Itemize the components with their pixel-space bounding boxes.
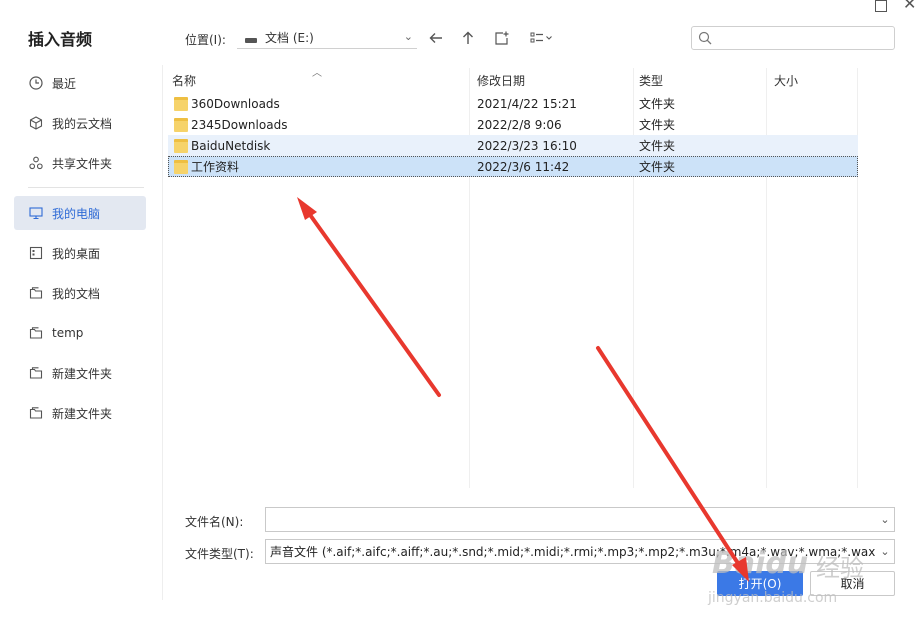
back-button[interactable] (425, 27, 447, 49)
arrow-left-icon (429, 33, 442, 43)
column-header-type[interactable]: 类型 (635, 68, 765, 92)
dialog-title: 插入音频 (28, 30, 93, 49)
sidebar-separator (162, 65, 163, 600)
sidebar-item-label: 最近 (52, 76, 77, 91)
sidebar-item-cloud-docs[interactable]: 我的云文档 (14, 106, 146, 140)
sidebar-item-shared[interactable]: 共享文件夹 (14, 146, 146, 180)
file-name: 工作资料 (191, 160, 240, 174)
sidebar-item-temp[interactable]: temp (14, 316, 146, 350)
sidebar-item-label: 我的云文档 (52, 116, 113, 131)
location-value: 文档 (E:) (265, 31, 314, 45)
monitor-icon (28, 205, 44, 221)
file-modified: 2021/4/22 15:21 (477, 96, 577, 111)
file-type: 文件夹 (639, 139, 676, 153)
table-row-selected[interactable]: 工作资料 2022/3/6 11:42 文件夹 (168, 156, 858, 177)
chevron-down-icon: ⌄ (403, 30, 413, 43)
sidebar-item-label: 共享文件夹 (52, 156, 113, 171)
column-header-modified[interactable]: 修改日期 (473, 68, 633, 92)
sidebar-item-new-folder-1[interactable]: 新建文件夹 (14, 356, 146, 390)
filetype-label: 文件类型(T): (185, 547, 254, 561)
file-name: 360Downloads (191, 96, 280, 111)
folder-icon (174, 159, 188, 174)
sidebar-item-desktop[interactable]: 我的桌面 (14, 236, 146, 270)
new-folder-icon (494, 31, 508, 45)
maximize-icon[interactable] (875, 0, 887, 12)
column-header-name[interactable]: 名称 (168, 68, 468, 92)
sidebar-item-recent[interactable]: 最近 (14, 66, 146, 100)
folder-icon (174, 138, 188, 153)
folder-outline-icon (28, 285, 44, 301)
clock-icon (28, 75, 44, 91)
sidebar-item-label: 我的文档 (52, 286, 101, 301)
search-icon (698, 31, 712, 45)
watermark-url: jingyan.baidu.com (708, 590, 838, 606)
folder-icon (174, 117, 188, 132)
folder-outline-icon (28, 325, 44, 341)
file-modified: 2022/3/6 11:42 (477, 159, 570, 174)
file-type: 文件夹 (639, 118, 676, 132)
sidebar-item-label: 新建文件夹 (52, 406, 113, 421)
chevron-down-icon[interactable]: ⌄ (876, 545, 894, 558)
close-icon[interactable]: ✕ (903, 0, 916, 12)
file-type: 文件夹 (639, 160, 676, 174)
location-label: 位置(I): (185, 33, 226, 47)
sidebar-item-label: 我的电脑 (52, 206, 101, 221)
sidebar-item-my-computer[interactable]: 我的电脑 (14, 196, 146, 230)
sidebar-item-label: 新建文件夹 (52, 366, 113, 381)
drive-icon (245, 38, 257, 43)
view-mode-button[interactable] (526, 27, 558, 49)
folder-outline-icon (28, 365, 44, 381)
filename-label: 文件名(N): (185, 515, 244, 529)
table-row[interactable]: 360Downloads 2021/4/22 15:21 文件夹 (168, 93, 858, 114)
desktop-icon (28, 245, 44, 261)
new-folder-button[interactable] (490, 27, 512, 49)
table-row[interactable]: 2345Downloads 2022/2/8 9:06 文件夹 (168, 114, 858, 135)
sidebar-item-label: 我的桌面 (52, 246, 101, 261)
file-name: BaiduNetdisk (191, 138, 271, 153)
location-dropdown[interactable]: 文档 (E:) ⌄ (237, 27, 417, 49)
sidebar-item-my-documents[interactable]: 我的文档 (14, 276, 146, 310)
file-name: 2345Downloads (191, 117, 288, 132)
cloud-cube-icon (28, 115, 44, 131)
folder-icon (174, 96, 188, 111)
watermark-suffix: 经验 (816, 554, 864, 582)
table-row[interactable]: BaiduNetdisk 2022/3/23 16:10 文件夹 (168, 135, 858, 156)
filename-field[interactable]: ⌄ (265, 507, 895, 532)
sidebar-item-label: temp (52, 326, 84, 340)
sidebar-divider (28, 187, 144, 188)
column-header-size[interactable]: 大小 (770, 68, 856, 92)
arrow-up-icon (463, 31, 473, 44)
search-input[interactable] (718, 28, 888, 48)
up-button[interactable] (457, 27, 479, 49)
list-view-icon (530, 32, 552, 43)
watermark-brand: Baidu (712, 546, 809, 581)
file-list: ︿ 名称 修改日期 类型 大小 360Downloads 2021/4/22 1… (168, 68, 858, 488)
chevron-down-icon[interactable]: ⌄ (876, 513, 894, 526)
sidebar-item-new-folder-2[interactable]: 新建文件夹 (14, 396, 146, 430)
search-input-box[interactable] (691, 26, 895, 50)
file-modified: 2022/3/23 16:10 (477, 138, 577, 153)
file-type: 文件夹 (639, 97, 676, 111)
file-modified: 2022/2/8 9:06 (477, 117, 562, 132)
folder-outline-icon (28, 405, 44, 421)
share-icon (28, 155, 44, 171)
